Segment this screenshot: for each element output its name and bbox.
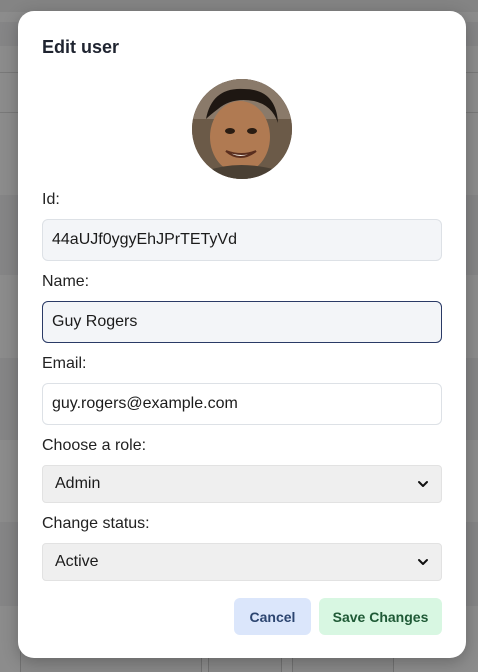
id-field[interactable]: [42, 219, 442, 261]
status-select[interactable]: Active: [42, 543, 442, 581]
name-field[interactable]: [42, 301, 442, 343]
email-field[interactable]: [42, 383, 442, 425]
id-label: Id:: [42, 191, 60, 208]
status-select-value: Active: [55, 553, 99, 570]
chevron-down-icon: [418, 481, 428, 487]
email-label: Email:: [42, 355, 87, 372]
cancel-button[interactable]: Cancel: [234, 598, 311, 635]
avatar: [192, 79, 292, 179]
edit-user-dialog: Edit user Id: Name: Email: Choose a role…: [18, 11, 466, 658]
name-label: Name:: [42, 273, 90, 290]
chevron-down-icon: [418, 559, 428, 565]
role-select-value: Admin: [55, 475, 101, 492]
status-label: Change status:: [42, 515, 150, 532]
role-select[interactable]: Admin: [42, 465, 442, 503]
dialog-title: Edit user: [42, 37, 120, 57]
avatar-image: [192, 79, 292, 179]
role-label: Choose a role:: [42, 437, 147, 454]
save-changes-button[interactable]: Save Changes: [319, 598, 442, 635]
